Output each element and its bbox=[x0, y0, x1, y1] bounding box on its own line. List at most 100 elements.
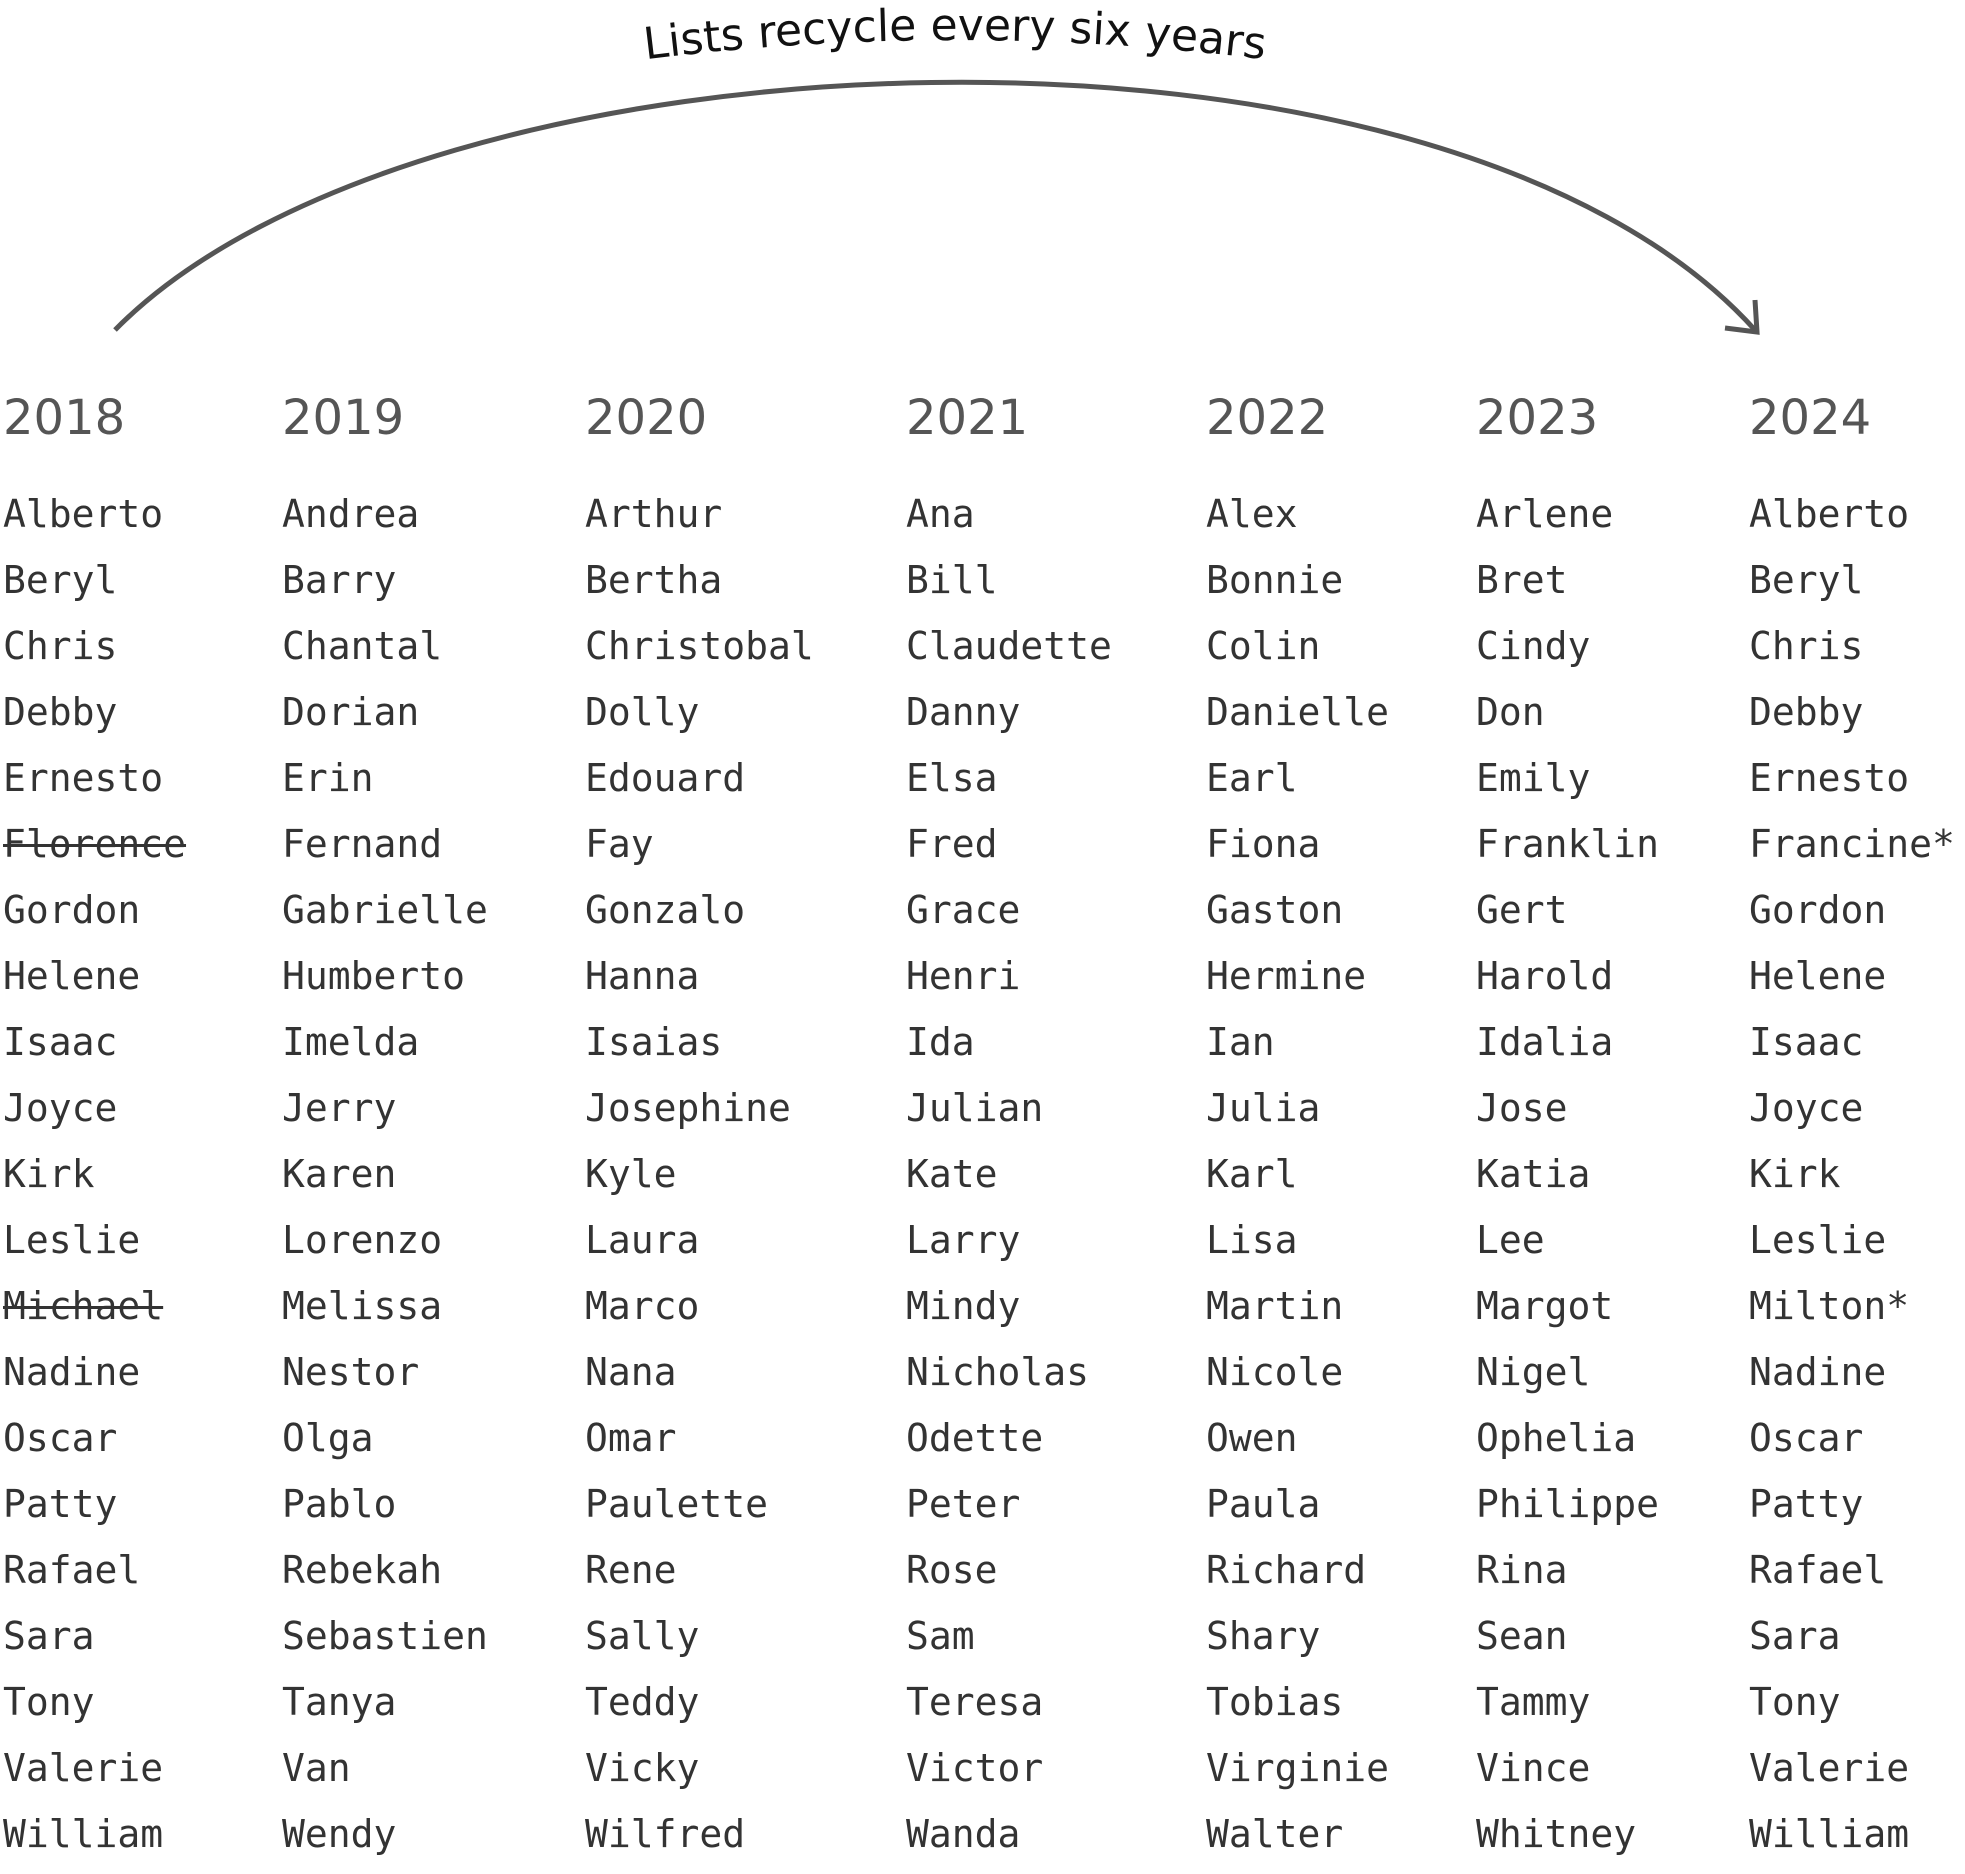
storm-name: Gordon bbox=[3, 888, 141, 932]
year-heading: 2022 bbox=[1206, 390, 1329, 446]
storm-name: Larry bbox=[906, 1218, 1021, 1262]
storm-name: Helene bbox=[3, 954, 141, 998]
storm-name: Leslie bbox=[1749, 1218, 1887, 1262]
storm-name: Martin bbox=[1206, 1284, 1344, 1328]
storm-name: Isaias bbox=[585, 1020, 723, 1064]
storm-name: Richard bbox=[1206, 1548, 1367, 1592]
storm-name: William bbox=[1749, 1812, 1910, 1856]
storm-name: Cindy bbox=[1476, 624, 1591, 668]
storm-name: Chris bbox=[3, 624, 118, 668]
storm-name: Bill bbox=[906, 558, 998, 602]
storm-name: Sean bbox=[1476, 1614, 1568, 1658]
storm-name: Peter bbox=[906, 1482, 1021, 1526]
storm-name: Rafael bbox=[1749, 1548, 1887, 1592]
storm-name: Shary bbox=[1206, 1614, 1321, 1658]
storm-name: Teresa bbox=[906, 1680, 1044, 1724]
year-heading: 2019 bbox=[282, 390, 405, 446]
storm-name: Alex bbox=[1206, 492, 1298, 536]
storm-name: Henri bbox=[906, 954, 1021, 998]
storm-name: Nicholas bbox=[906, 1350, 1090, 1394]
retired-storm-name: Florence bbox=[3, 822, 187, 866]
storm-name: Tammy bbox=[1476, 1680, 1591, 1724]
storm-name: Dorian bbox=[282, 690, 420, 734]
storm-name: Debby bbox=[3, 690, 118, 734]
storm-name: Andrea bbox=[282, 492, 420, 536]
storm-name: Don bbox=[1476, 690, 1545, 734]
storm-name: Rina bbox=[1476, 1548, 1568, 1592]
storm-name: Julia bbox=[1206, 1086, 1321, 1130]
storm-name: Nestor bbox=[282, 1350, 420, 1394]
storm-name: Nadine bbox=[1749, 1350, 1887, 1394]
storm-name: Patty bbox=[3, 1482, 118, 1526]
storm-name: Van bbox=[282, 1746, 351, 1790]
recycle-arc bbox=[113, 79, 1757, 332]
storm-name: Whitney bbox=[1476, 1812, 1637, 1856]
retired-storm-name: Michael bbox=[3, 1284, 164, 1328]
year-column: 2024 Alberto Beryl Chris Debby Ernesto Franci… bbox=[1749, 385, 1955, 1867]
storm-name: Wilfred bbox=[585, 1812, 746, 1856]
storm-name: Sara bbox=[3, 1614, 95, 1658]
storm-name: Owen bbox=[1206, 1416, 1298, 1460]
name-list: Alberto Beryl Chris Debby Ernesto Francine* Go… bbox=[1749, 481, 1955, 1867]
storm-name: Sebastien bbox=[282, 1614, 488, 1658]
recycle-label: Lists recycle every six years bbox=[641, 0, 1269, 70]
storm-name: Vicky bbox=[585, 1746, 700, 1790]
storm-name: Christobal bbox=[585, 624, 814, 668]
storm-name: Harold bbox=[1476, 954, 1614, 998]
storm-name: Arthur bbox=[585, 492, 723, 536]
storm-name: Erin bbox=[282, 756, 374, 800]
storm-name: Nigel bbox=[1476, 1350, 1591, 1394]
storm-name: Jerry bbox=[282, 1086, 397, 1130]
storm-name: Walter bbox=[1206, 1812, 1344, 1856]
storm-name: Earl bbox=[1206, 756, 1298, 800]
name-list: Arlene Bret Cindy Don Emily Franklin Gert Harol… bbox=[1476, 481, 1659, 1867]
storm-name: Idalia bbox=[1476, 1020, 1614, 1064]
year-column: 2020 Arthur Bertha Christobal Dolly Edouard F… bbox=[585, 385, 814, 1867]
storm-name: Chris bbox=[1749, 624, 1864, 668]
year-heading: 2020 bbox=[585, 390, 708, 446]
storm-name: Lisa bbox=[1206, 1218, 1298, 1262]
storm-name: Bonnie bbox=[1206, 558, 1344, 602]
storm-name: Beryl bbox=[1749, 558, 1864, 602]
name-list: Ana Bill Claudette Danny Elsa Fred Grace Henri I… bbox=[906, 481, 1112, 1867]
storm-name: Lee bbox=[1476, 1218, 1545, 1262]
storm-name: Virginie bbox=[1206, 1746, 1390, 1790]
storm-name: Paulette bbox=[585, 1482, 769, 1526]
storm-name: Kirk bbox=[1749, 1152, 1841, 1196]
storm-name: Claudette bbox=[906, 624, 1112, 668]
storm-name: Chantal bbox=[282, 624, 443, 668]
storm-name: Leslie bbox=[3, 1218, 141, 1262]
year-column: 2018 Alberto Beryl Chris Debby Ernesto Floren… bbox=[3, 385, 186, 1867]
storm-name: Bret bbox=[1476, 558, 1568, 602]
storm-name: Rebekah bbox=[282, 1548, 443, 1592]
storm-name: Franklin bbox=[1476, 822, 1660, 866]
storm-name: Fiona bbox=[1206, 822, 1321, 866]
storm-name: Arlene bbox=[1476, 492, 1614, 536]
name-list: Alberto Beryl Chris Debby Ernesto Florence Gor… bbox=[3, 481, 186, 1867]
storm-name: Olga bbox=[282, 1416, 374, 1460]
storm-name: Edouard bbox=[585, 756, 746, 800]
storm-name: Teddy bbox=[585, 1680, 700, 1724]
storm-name: Melissa bbox=[282, 1284, 443, 1328]
storm-name: Paula bbox=[1206, 1482, 1321, 1526]
storm-name: Gordon bbox=[1749, 888, 1887, 932]
storm-name: Katia bbox=[1476, 1152, 1591, 1196]
storm-name: Ernesto bbox=[3, 756, 164, 800]
storm-name: Valerie bbox=[3, 1746, 164, 1790]
storm-name: Tanya bbox=[282, 1680, 397, 1724]
storm-name: Nadine bbox=[3, 1350, 141, 1394]
storm-name: Joyce bbox=[1749, 1086, 1864, 1130]
storm-name: Tobias bbox=[1206, 1680, 1344, 1724]
storm-name: Danny bbox=[906, 690, 1021, 734]
storm-name: Fernand bbox=[282, 822, 443, 866]
storm-name: Josephine bbox=[585, 1086, 791, 1130]
storm-name: Isaac bbox=[3, 1020, 118, 1064]
storm-name: William bbox=[3, 1812, 164, 1856]
storm-name: Philippe bbox=[1476, 1482, 1660, 1526]
storm-name: Ophelia bbox=[1476, 1416, 1637, 1460]
storm-name: Colin bbox=[1206, 624, 1321, 668]
storm-name: Grace bbox=[906, 888, 1021, 932]
storm-name: Beryl bbox=[3, 558, 118, 602]
storm-name: Rene bbox=[585, 1548, 677, 1592]
storm-name: Helene bbox=[1749, 954, 1887, 998]
